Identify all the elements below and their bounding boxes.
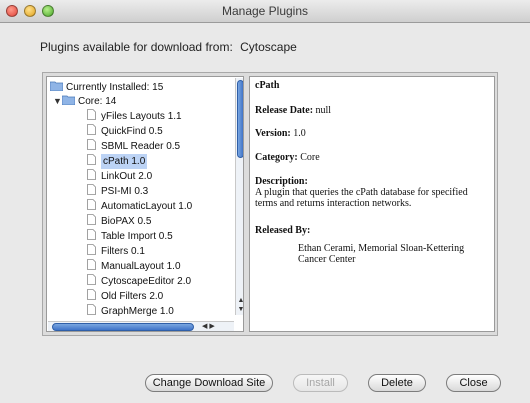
window-title: Manage Plugins xyxy=(221,4,309,18)
document-icon xyxy=(87,139,96,150)
horizontal-scroll-arrows-icon[interactable]: ◀ ▶ xyxy=(202,322,215,331)
download-source-value: Cytoscape xyxy=(240,40,297,54)
document-icon xyxy=(87,184,96,195)
tree-root-label: Currently Installed: 15 xyxy=(66,82,164,93)
description-value: A plugin that queries the cPath database… xyxy=(255,187,468,209)
detail-category: Category: Core xyxy=(255,152,320,163)
document-icon xyxy=(87,124,96,135)
folder-icon xyxy=(50,81,63,91)
close-button[interactable]: Close xyxy=(446,374,501,392)
tree-group-core[interactable]: ▼ Core: 14 xyxy=(53,94,116,109)
document-icon xyxy=(87,304,96,315)
tree-item[interactable]: QuickFind 0.5 xyxy=(87,124,163,139)
document-icon xyxy=(87,274,96,285)
version-value: 1.0 xyxy=(293,128,306,139)
tree-item[interactable]: CytoscapeEditor 2.0 xyxy=(87,274,191,289)
document-icon xyxy=(87,259,96,270)
tree-item[interactable]: SBML Reader 0.5 xyxy=(87,139,180,154)
scroll-down-arrow-icon[interactable]: ▼ xyxy=(237,306,243,314)
released-by-label: Released By: xyxy=(255,225,311,236)
tree-item[interactable]: BioPAX 0.5 xyxy=(87,214,151,229)
tree-item[interactable]: yFiles Layouts 1.1 xyxy=(87,109,182,124)
release-date-value: null xyxy=(315,105,332,116)
change-download-site-button[interactable]: Change Download Site xyxy=(145,374,273,392)
tree-horizontal-scrollbar[interactable]: ◀ ▶ xyxy=(48,321,234,331)
document-icon xyxy=(87,229,96,240)
horizontal-scroll-thumb[interactable] xyxy=(52,323,194,331)
delete-button[interactable]: Delete xyxy=(368,374,426,392)
category-label: Category: xyxy=(255,152,298,163)
detail-description: Description: A plugin that queries the c… xyxy=(255,176,491,209)
description-label: Description: xyxy=(255,176,308,187)
document-icon xyxy=(87,199,96,210)
scroll-up-arrow-icon[interactable]: ▲ xyxy=(237,297,243,305)
tree-item[interactable]: GraphMerge 1.0 xyxy=(87,304,174,319)
tree-item[interactable]: AutomaticLayout 1.0 xyxy=(87,199,192,214)
detail-version: Version: 1.0 xyxy=(255,128,306,139)
folder-icon xyxy=(62,95,75,105)
vertical-scroll-thumb[interactable] xyxy=(237,80,243,158)
tree-group-label: Core: 14 xyxy=(78,96,117,107)
document-icon xyxy=(87,154,96,165)
document-icon xyxy=(87,289,96,300)
tree-vertical-scrollbar[interactable]: ▲ ▼ xyxy=(235,78,243,315)
tree-item-selected[interactable]: cPath 1.0 xyxy=(87,154,148,169)
detail-plugin-name: cPath xyxy=(255,80,280,91)
manage-plugins-window: Manage Plugins Plugins available for dow… xyxy=(0,0,530,403)
category-value: Core xyxy=(300,152,320,163)
tree-root-installed[interactable]: Currently Installed: 15 xyxy=(50,80,163,95)
install-button[interactable]: Install xyxy=(293,374,348,392)
plugin-tree[interactable]: Currently Installed: 15 ▼ Core: 14 yFiles… xyxy=(46,76,244,332)
title-bar: Manage Plugins xyxy=(0,0,530,23)
detail-release-date: Release Date: null xyxy=(255,105,331,116)
disclosure-triangle-icon[interactable]: ▼ xyxy=(53,94,62,109)
document-icon xyxy=(87,214,96,225)
download-source-label: Plugins available for download from: xyxy=(40,40,233,54)
document-icon xyxy=(87,244,96,255)
tree-item[interactable]: LinkOut 2.0 xyxy=(87,169,152,184)
tree-item[interactable]: PSI-MI 0.3 xyxy=(87,184,148,199)
tree-item[interactable]: Filters 0.1 xyxy=(87,244,145,259)
download-source: Plugins available for download from: Cyt… xyxy=(40,40,297,54)
plugin-detail-pane: cPath Release Date: null Version: 1.0 Ca… xyxy=(249,76,495,332)
release-date-label: Release Date: xyxy=(255,105,314,116)
document-icon xyxy=(87,109,96,120)
released-by-value: Ethan Cerami, Memorial Sloan-Kettering C… xyxy=(298,243,465,265)
tree-item[interactable]: Old Filters 2.0 xyxy=(87,289,163,304)
plugins-panel: Currently Installed: 15 ▼ Core: 14 yFiles… xyxy=(42,72,498,336)
document-icon xyxy=(87,169,96,180)
version-label: Version: xyxy=(255,128,291,139)
tree-item[interactable]: Table Import 0.5 xyxy=(87,229,173,244)
tree-item[interactable]: ManualLayout 1.0 xyxy=(87,259,181,274)
